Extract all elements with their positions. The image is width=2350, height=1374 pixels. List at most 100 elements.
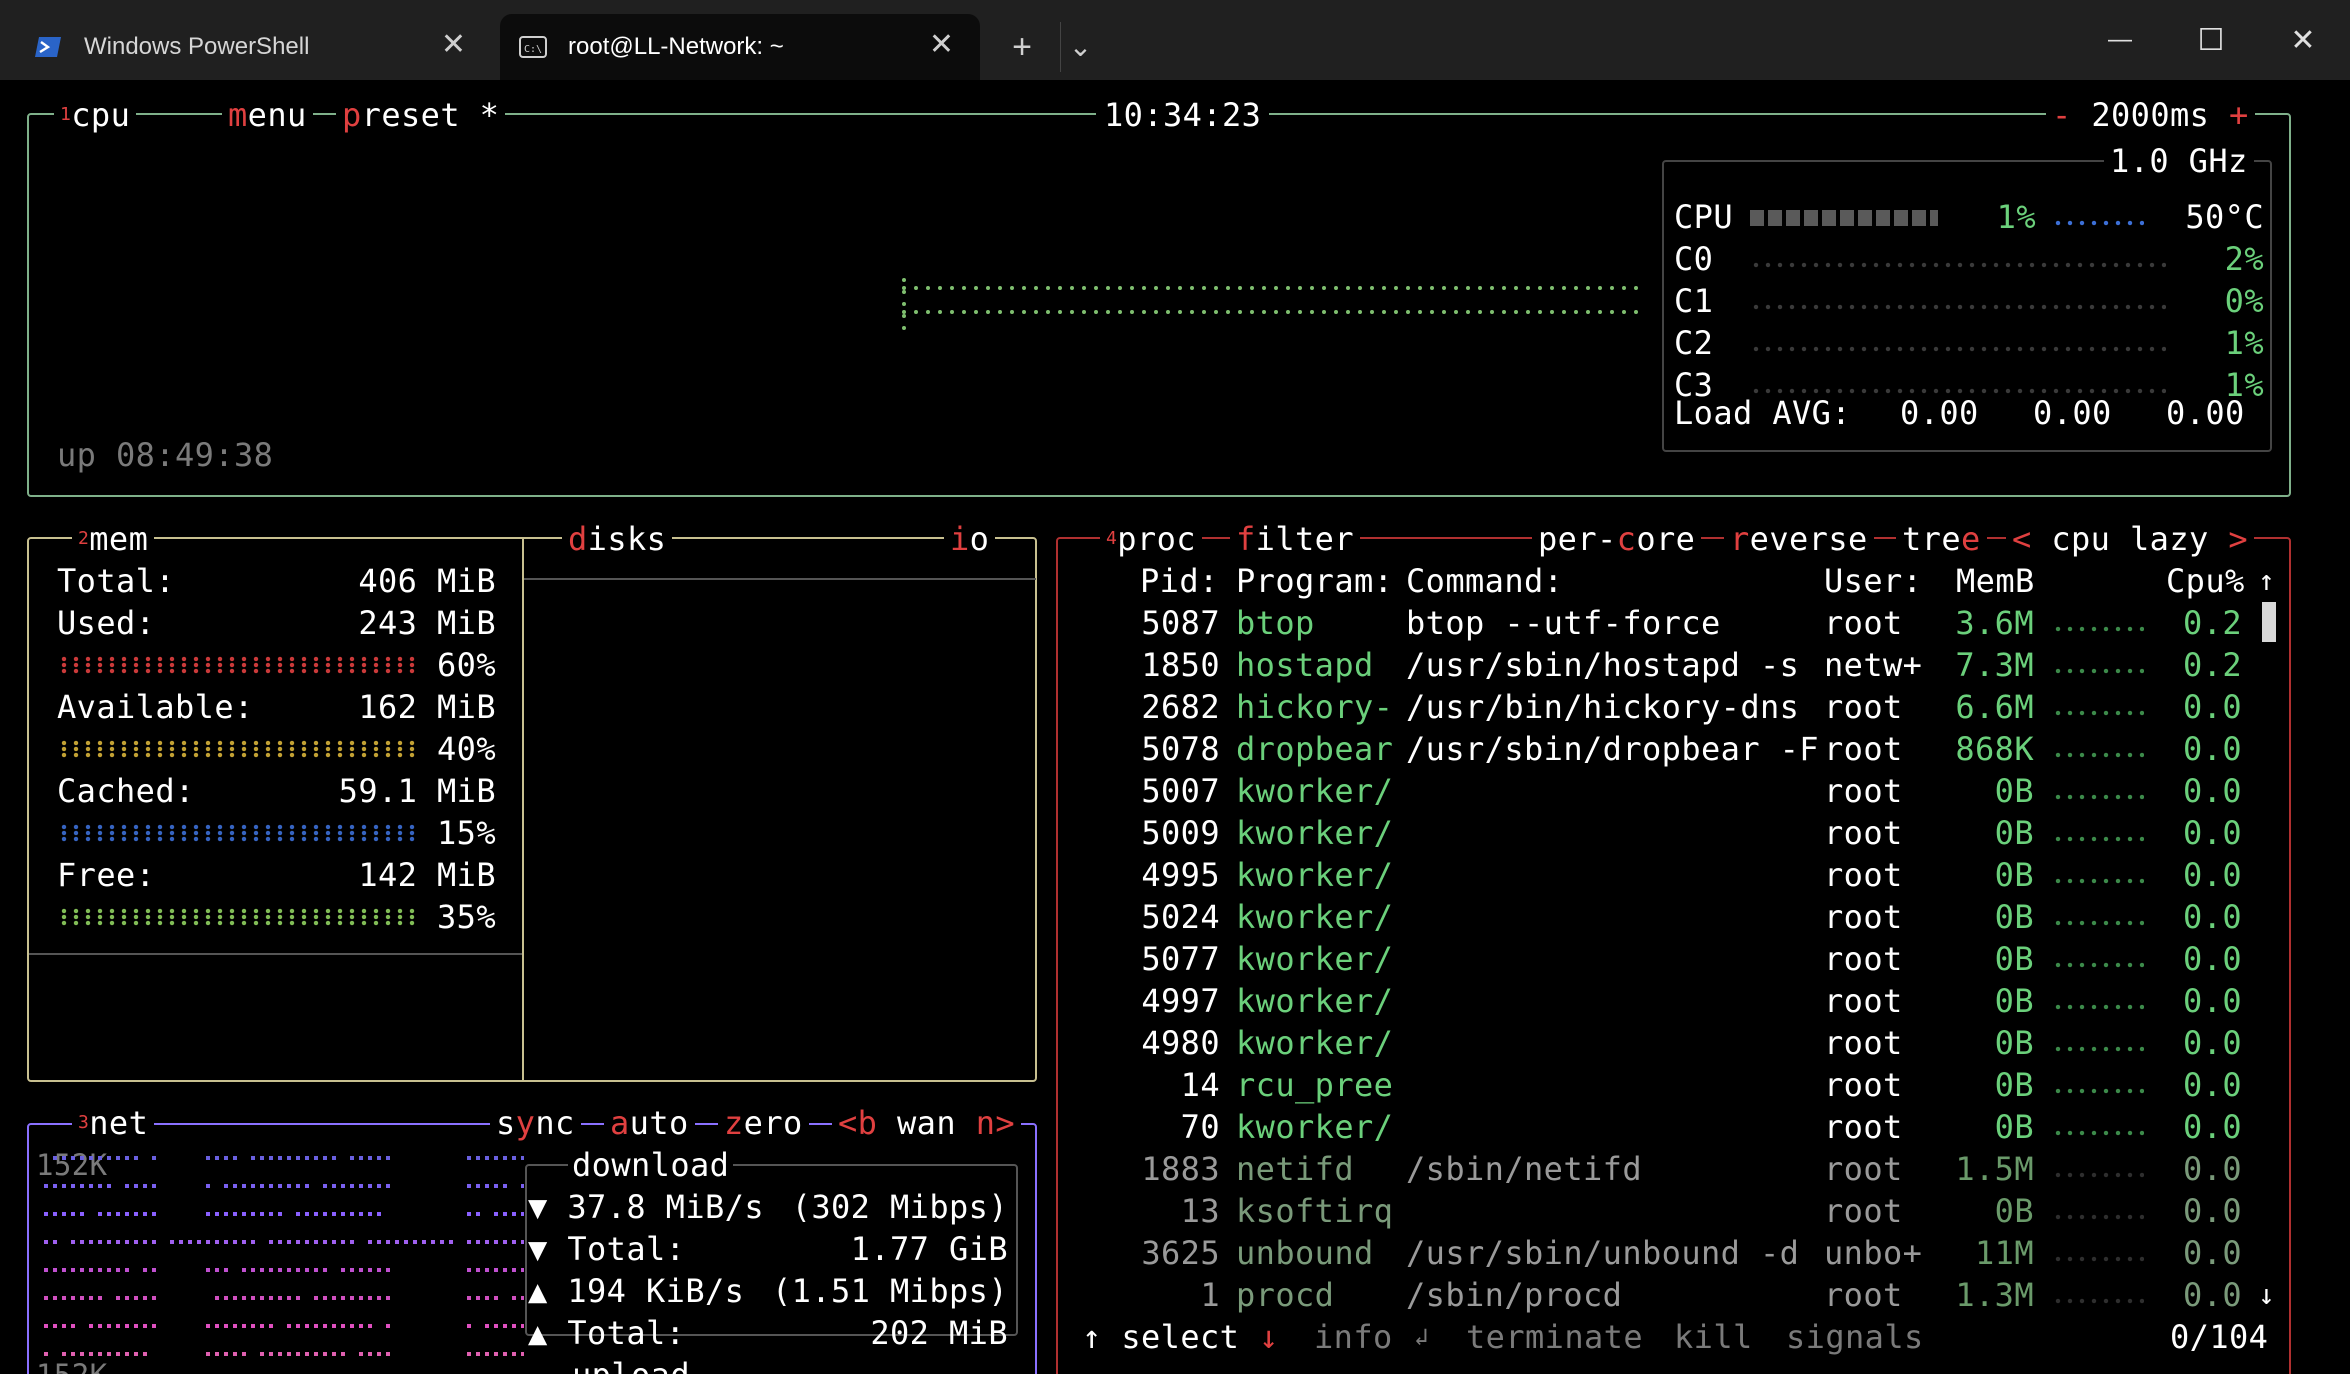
net-graph-point xyxy=(206,1352,210,1356)
net-graph-point xyxy=(323,1240,327,1244)
net-prev-button[interactable]: <b xyxy=(838,1104,877,1142)
title-bar: Windows PowerShell ✕ C:\ root@LL-Network… xyxy=(0,0,2350,80)
process-pid: 5024 xyxy=(1141,898,1220,936)
net-graph-point xyxy=(377,1352,381,1356)
disks-button[interactable]: disks xyxy=(562,518,673,560)
close-tab-icon[interactable]: ✕ xyxy=(441,30,466,60)
cpu-graph-point xyxy=(950,310,954,314)
col-user[interactable]: User: xyxy=(1824,560,1922,602)
cpu-total-label: CPU xyxy=(1674,198,1733,236)
net-graph-point xyxy=(287,1268,291,1272)
cpu-preset-button[interactable]: preset * xyxy=(336,94,506,136)
tab-root-ll-network[interactable]: C:\ root@LL-Network: ~ ✕ xyxy=(500,14,980,80)
net-graph-point xyxy=(449,1240,453,1244)
net-graph-point xyxy=(62,1184,66,1188)
net-graph-point xyxy=(242,1324,246,1328)
disks-separator xyxy=(524,578,1036,580)
net-graph-point xyxy=(224,1324,228,1328)
interval-control[interactable]: - 2000ms + xyxy=(2046,94,2255,136)
cpu-menu-button[interactable]: menu xyxy=(222,94,313,136)
cpu-graph-point xyxy=(950,286,954,290)
col-mem[interactable]: MemB xyxy=(1956,560,2035,602)
net-graph-point xyxy=(521,1268,524,1272)
net-graph-point xyxy=(476,1156,480,1160)
col-command[interactable]: Command: xyxy=(1406,560,1563,602)
minimize-button[interactable]: — xyxy=(2085,10,2155,70)
net-zero-button[interactable]: zero xyxy=(718,1102,809,1144)
net-sync-button[interactable]: sync xyxy=(490,1102,581,1144)
net-graph-point xyxy=(287,1240,291,1244)
process-program: unbound xyxy=(1236,1234,1374,1272)
mem-row-label: Cached: xyxy=(57,772,195,810)
maximize-button[interactable]: ☐ xyxy=(2176,10,2246,70)
proc-filter-button[interactable]: filter xyxy=(1230,518,1360,560)
col-pid[interactable]: Pid: xyxy=(1140,560,1219,602)
process-program: kworker/ xyxy=(1236,1108,1394,1146)
net-graph-point xyxy=(512,1296,516,1300)
tab-dropdown-button[interactable]: ⌄ xyxy=(1060,22,1100,72)
sort-prev-button[interactable]: < xyxy=(2012,520,2032,558)
net-graph-point xyxy=(503,1156,507,1160)
proc-footer-select[interactable]: ↑ select ↓ xyxy=(1076,1316,1285,1358)
net-graph-point xyxy=(89,1268,93,1272)
scroll-down-icon[interactable]: ↓ xyxy=(2258,1274,2275,1316)
interval-increase-button[interactable]: + xyxy=(2229,96,2249,134)
net-graph-point xyxy=(305,1184,309,1188)
scrollbar-thumb[interactable] xyxy=(2262,602,2276,642)
process-command: /usr/sbin/hostapd -s xyxy=(1406,646,1800,684)
cpu-graph-point xyxy=(1598,286,1602,290)
net-graph-point xyxy=(215,1352,219,1356)
close-window-button[interactable]: ✕ xyxy=(2268,10,2338,70)
cpu-graph-point xyxy=(1118,286,1122,290)
interval-decrease-button[interactable]: - xyxy=(2052,96,2072,134)
mem-total-label: Total: xyxy=(57,562,175,600)
net-graph-point xyxy=(296,1156,300,1160)
process-user: root xyxy=(1824,604,1903,642)
net-graph-point xyxy=(278,1212,282,1216)
net-auto-button[interactable]: auto xyxy=(604,1102,695,1144)
col-cpu[interactable]: Cpu% xyxy=(2166,560,2245,602)
proc-signals-button[interactable]: signals xyxy=(1782,1316,1928,1358)
net-interface-selector[interactable]: <b wan n> xyxy=(832,1102,1022,1144)
process-mem: 0B xyxy=(1994,898,2034,936)
sort-next-button[interactable]: > xyxy=(2228,520,2248,558)
net-graph-point xyxy=(296,1296,300,1300)
scroll-up-icon[interactable]: ↑ xyxy=(2258,560,2275,602)
upload-arrow-icon: ▲ xyxy=(528,1272,568,1310)
upload-arrow-icon: ▲ xyxy=(528,1314,568,1352)
proc-sort-selector[interactable]: < cpu lazy > xyxy=(2006,518,2255,560)
net-graph-point xyxy=(350,1212,354,1216)
io-button[interactable]: io xyxy=(944,518,996,560)
proc-terminate-button[interactable]: terminate xyxy=(1462,1316,1647,1358)
process-command: /sbin/procd xyxy=(1406,1276,1623,1314)
process-cpu-history xyxy=(2052,876,2144,886)
proc-info-button[interactable]: info xyxy=(1310,1316,1397,1358)
terminal[interactable]: 1cpu menu preset * 10:34:23 - 2000ms + u… xyxy=(0,80,2350,1374)
net-graph-point xyxy=(278,1352,282,1356)
proc-reverse-button[interactable]: reverse xyxy=(1724,518,1874,560)
proc-kill-button[interactable]: kill xyxy=(1670,1316,1757,1358)
net-graph-point xyxy=(503,1240,507,1244)
tab-windows-powershell[interactable]: Windows PowerShell ✕ xyxy=(0,14,492,80)
col-program[interactable]: Program: xyxy=(1236,560,1393,602)
net-graph-point xyxy=(44,1352,48,1356)
net-graph-point xyxy=(224,1184,228,1188)
mem-row-value: 142 MiB xyxy=(358,856,496,894)
net-graph-point xyxy=(377,1212,381,1216)
cpu-graph-point xyxy=(1094,310,1098,314)
net-graph-point xyxy=(368,1240,372,1244)
net-graph-point xyxy=(494,1324,498,1328)
process-cpu: 0.0 xyxy=(2183,730,2242,768)
net-graph-point xyxy=(368,1296,372,1300)
proc-tree-button[interactable]: tree xyxy=(1896,518,1987,560)
net-graph-point xyxy=(431,1240,435,1244)
net-next-button[interactable]: n> xyxy=(976,1104,1015,1142)
net-graph-point xyxy=(368,1352,372,1356)
process-cpu-history xyxy=(2052,1296,2144,1306)
cpu-graph-point xyxy=(1262,310,1266,314)
new-tab-button[interactable]: + xyxy=(1000,22,1044,72)
cpu-graph-point xyxy=(902,278,906,282)
proc-percore-button[interactable]: per-core xyxy=(1532,518,1702,560)
close-tab-icon[interactable]: ✕ xyxy=(929,30,954,60)
cpu-graph-point xyxy=(1526,286,1530,290)
